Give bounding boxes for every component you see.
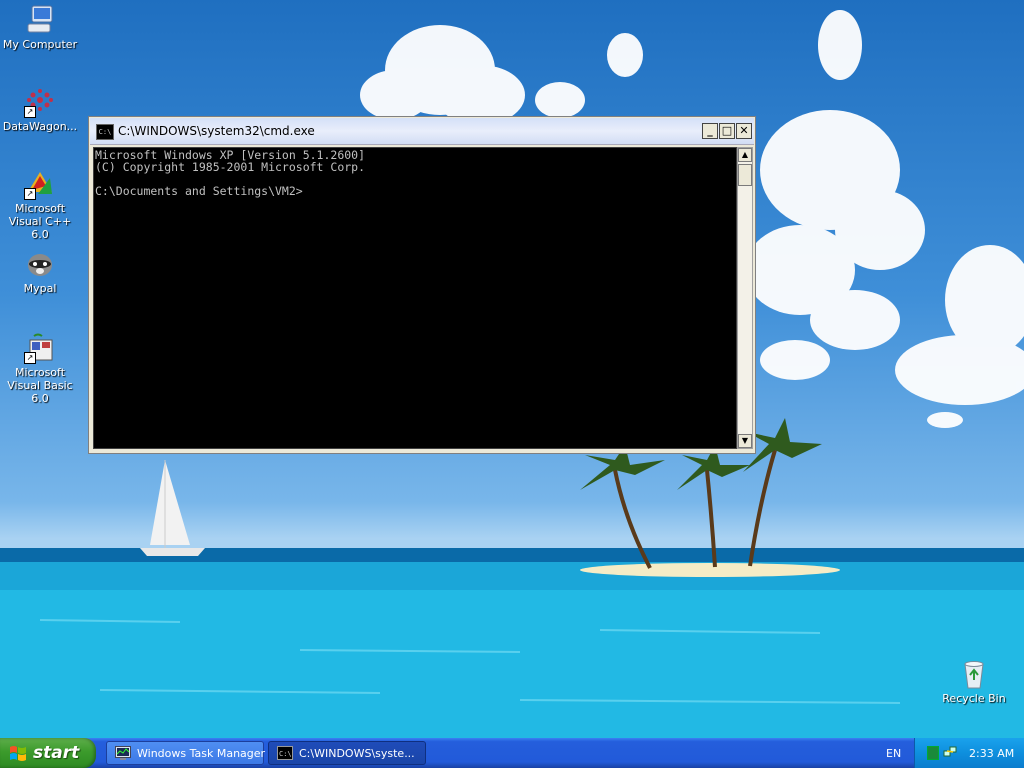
taskbar-button-task-manager[interactable]: Windows Task Manager [106, 741, 266, 765]
desktop-icon-label: DataWagon... [2, 120, 78, 133]
taskbar: start Windows Task Manager C:\ C:\WINDOW… [0, 738, 1024, 768]
language-indicator[interactable]: EN [886, 747, 901, 760]
svg-text:C:\: C:\ [279, 750, 292, 758]
start-label: start [33, 743, 80, 763]
shortcut-arrow-icon: ↗ [24, 106, 36, 118]
scroll-up-button[interactable]: ▲ [738, 148, 752, 162]
vertical-scrollbar[interactable]: ▲ ▼ [737, 147, 753, 449]
desktop-icon-label: Microsoft Visual Basic 6.0 [7, 366, 73, 405]
cmd-window[interactable]: C:\ C:\WINDOWS\system32\cmd.exe _ □ ✕ Mi… [88, 116, 756, 454]
taskbar-button-cmd[interactable]: C:\ C:\WINDOWS\syste... [268, 741, 426, 765]
desktop-icon-label: Mypal [23, 282, 57, 295]
system-tray: 2:33 AM [914, 738, 1024, 768]
visual-basic-icon: ↗ [24, 332, 56, 364]
desktop-icon-mypal[interactable]: Mypal [0, 248, 80, 295]
maximize-button[interactable]: □ [719, 123, 735, 139]
network-icon[interactable] [943, 745, 957, 759]
my-computer-icon [24, 4, 56, 36]
taskbar-button-label: C:\WINDOWS\syste... [299, 747, 415, 760]
desktop-icon-my-computer[interactable]: My Computer [0, 4, 80, 51]
visual-cpp-icon: ↗ [24, 168, 56, 200]
tray-status-icon[interactable] [927, 746, 939, 760]
desktop-icon-label: Recycle Bin [942, 692, 1006, 705]
shortcut-arrow-icon: ↗ [24, 352, 36, 364]
cmd-titlebar[interactable]: C:\ C:\WINDOWS\system32\cmd.exe _ □ ✕ [90, 118, 754, 145]
minimize-button[interactable]: _ [702, 123, 718, 139]
desktop-icon-visual-cpp[interactable]: ↗ Microsoft Visual C++ 6.0 [0, 168, 80, 241]
desktop-icon-label: My Computer [2, 38, 78, 51]
console-output: Microsoft Windows XP [Version 5.1.2600] … [95, 148, 366, 198]
windows-logo-icon [10, 746, 26, 761]
desktop-icon-datawagon[interactable]: ↗ DataWagon... [0, 86, 80, 133]
taskbar-button-label: Windows Task Manager [137, 747, 266, 760]
window-title: C:\WINDOWS\system32\cmd.exe [118, 124, 315, 138]
shortcut-arrow-icon: ↗ [24, 188, 36, 200]
scroll-down-button[interactable]: ▼ [738, 434, 752, 448]
clock[interactable]: 2:33 AM [969, 747, 1014, 760]
desktop-icon-recycle-bin[interactable]: Recycle Bin [934, 658, 1014, 705]
task-manager-icon [115, 746, 131, 760]
desktop-icon-label: Microsoft Visual C++ 6.0 [8, 202, 72, 241]
desktop-icon-visual-basic[interactable]: ↗ Microsoft Visual Basic 6.0 [0, 332, 80, 405]
console-area[interactable]: Microsoft Windows XP [Version 5.1.2600] … [93, 147, 737, 449]
scroll-thumb[interactable] [738, 164, 752, 186]
desktop: My Computer ↗ DataWagon... ↗ Microsoft V… [0, 0, 1024, 738]
mypal-icon [24, 248, 56, 280]
start-button[interactable]: start [0, 738, 96, 768]
console-icon: C:\ [96, 124, 114, 140]
console-icon: C:\ [277, 746, 293, 760]
datawagon-icon: ↗ [24, 86, 56, 118]
close-button[interactable]: ✕ [736, 123, 752, 139]
recycle-bin-icon [958, 658, 990, 690]
